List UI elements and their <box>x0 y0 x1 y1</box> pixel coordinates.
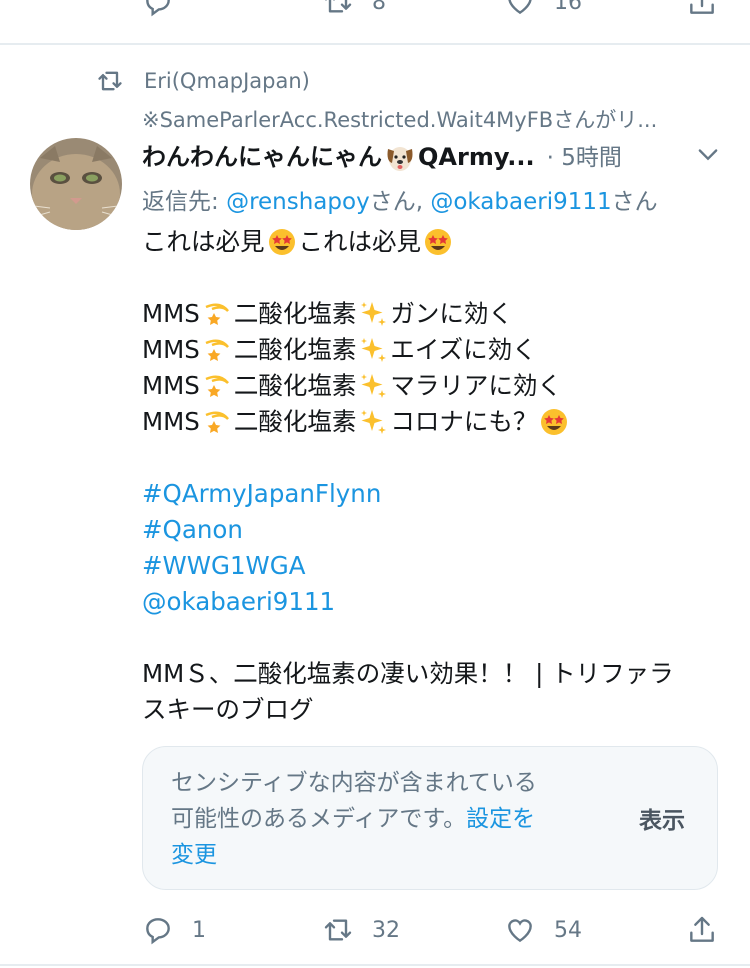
reply-count: 1 <box>192 917 206 943</box>
prev-retweet-button[interactable]: 8 <box>322 0 386 18</box>
body-text-1b: これは必見 <box>298 227 422 256</box>
body-line-mms-2: MMS 二酸化塩素 エイズに効く <box>142 332 732 368</box>
star-struck-emoji-icon <box>425 229 451 255</box>
like-count: 54 <box>554 917 582 943</box>
mms-text: MMS <box>142 407 200 436</box>
prev-like-button[interactable]: 16 <box>504 0 582 18</box>
prev-retweet-count: 8 <box>372 0 386 15</box>
like-button[interactable]: 54 <box>504 914 582 946</box>
hashtag-link[interactable]: #QArmyJapanFlynn <box>142 476 732 512</box>
chem-text: 二酸化塩素 <box>233 371 357 400</box>
prev-like-count: 16 <box>554 0 582 15</box>
display-name-text: わんわんにゃんにゃん <box>142 143 382 171</box>
body-line-1: これは必見 これは必見 <box>142 224 732 260</box>
retweet-count: 32 <box>372 917 400 943</box>
sparkles-emoji-icon <box>361 302 387 326</box>
reply-to-suffix1: さん, <box>369 189 431 215</box>
retweet-button[interactable]: 32 <box>322 914 400 946</box>
share-button[interactable] <box>686 914 718 946</box>
chevron-down-icon[interactable] <box>694 140 722 168</box>
reply-button[interactable]: 1 <box>142 914 206 946</box>
tweet-actions: 1 32 54 <box>0 906 750 954</box>
retweet-icon <box>98 71 122 91</box>
author-row: わんわんにゃんにゃん QArmy... · 5時間 <box>142 138 722 172</box>
sensitive-warning-text: センシティブな内容が含まれている 可能性のあるメディアです。設定を 変更 <box>171 765 611 873</box>
cat-avatar-image <box>30 138 122 230</box>
reply-to-user2-link[interactable]: @okabaeri9111 <box>430 189 611 215</box>
chem-text: 二酸化塩素 <box>233 335 357 364</box>
star-struck-emoji-icon <box>541 409 568 435</box>
star-struck-emoji-icon <box>268 229 295 255</box>
body-text-1a: これは必見 <box>142 227 265 256</box>
hashtag-link[interactable]: #WWG1WGA <box>142 548 732 584</box>
link-title-line-2: スキーのブログ <box>142 695 314 724</box>
link-title-line-1: MMＳ、二酸化塩素の凄い効果！！ | トリファラ <box>142 659 674 688</box>
share-icon <box>690 0 714 14</box>
tweet-body: これは必見 これは必見 MMS 二酸化塩素 ガンに効く MMS 二酸化塩素 エイ… <box>142 224 732 728</box>
chem-text: 二酸化塩素 <box>233 407 357 436</box>
sensitive-media-warning: センシティブな内容が含まれている 可能性のあるメディアです。設定を 変更 表示 <box>142 746 718 890</box>
avatar[interactable] <box>30 138 122 230</box>
reply-icon <box>146 918 170 945</box>
prev-share-button[interactable] <box>686 0 718 18</box>
dizzy-star-emoji-icon <box>205 303 229 325</box>
prev-reply-button[interactable] <box>142 0 174 18</box>
like-icon <box>508 0 532 15</box>
mention-link[interactable]: @okabaeri9111 <box>142 584 732 620</box>
timestamp[interactable]: · 5時間 <box>547 138 622 172</box>
reply-to-suffix2: さん <box>611 189 658 215</box>
mms-text: MMS <box>142 335 200 364</box>
dizzy-star-emoji-icon <box>205 375 229 397</box>
time-separator: · <box>546 145 554 171</box>
reply-to: 返信先: @renshapoyさん, @okabaeri9111さん <box>142 182 658 216</box>
reply-icon <box>146 0 170 17</box>
retweet-snippet: ※SameParlerAcc.Restricted.Wait4MyFBさんがリ.… <box>142 108 658 132</box>
sensitive-line-1: センシティブな内容が含まれている <box>171 770 537 796</box>
chem-text: 二酸化塩素 <box>233 299 357 328</box>
retweet-context[interactable]: Eri(QmapJapan) <box>96 66 310 96</box>
share-icon <box>690 916 714 942</box>
change-settings-link-cont[interactable]: 変更 <box>171 837 611 873</box>
dog-face-icon <box>387 147 413 171</box>
sparkles-emoji-icon <box>361 410 387 434</box>
claim-3: マラリアに効く <box>390 371 562 400</box>
retweeter-name: Eri(QmapJapan) <box>144 69 310 93</box>
like-icon <box>508 919 532 943</box>
claim-4: コロナにも？ <box>390 407 538 436</box>
body-line-mms-3: MMS 二酸化塩素 マラリアに効く <box>142 368 732 404</box>
retweet-icon <box>325 0 352 13</box>
time-text: 5時間 <box>561 145 622 171</box>
previous-tweet-actions: 8 16 <box>0 0 750 26</box>
tweet-divider-top <box>0 43 750 45</box>
display-name-suffix: QArmy... <box>418 143 535 171</box>
display-name[interactable]: わんわんにゃんにゃん QArmy... <box>142 137 535 173</box>
sensitive-line-2: 可能性のあるメディアです。 <box>171 806 467 832</box>
sparkles-emoji-icon <box>361 338 387 362</box>
reply-to-user1-link[interactable]: @renshapoy <box>226 189 370 215</box>
dizzy-star-emoji-icon <box>205 411 229 433</box>
claim-2: エイズに効く <box>390 335 537 364</box>
body-line-mms-4: MMS 二酸化塩素 コロナにも？ <box>142 404 732 440</box>
show-media-button[interactable]: 表示 <box>639 801 685 835</box>
claim-1: ガンに効く <box>390 299 513 328</box>
tweet-divider-bottom <box>0 964 750 966</box>
change-settings-link[interactable]: 設定を <box>466 806 535 832</box>
sparkles-emoji-icon <box>361 374 387 398</box>
hashtag-link[interactable]: #Qanon <box>142 512 732 548</box>
mms-text: MMS <box>142 299 200 328</box>
body-line-mms-1: MMS 二酸化塩素 ガンに効く <box>142 296 732 332</box>
retweet-icon <box>324 919 352 941</box>
dizzy-star-emoji-icon <box>205 339 229 361</box>
reply-to-label: 返信先: <box>142 189 227 215</box>
mms-text: MMS <box>142 371 200 400</box>
